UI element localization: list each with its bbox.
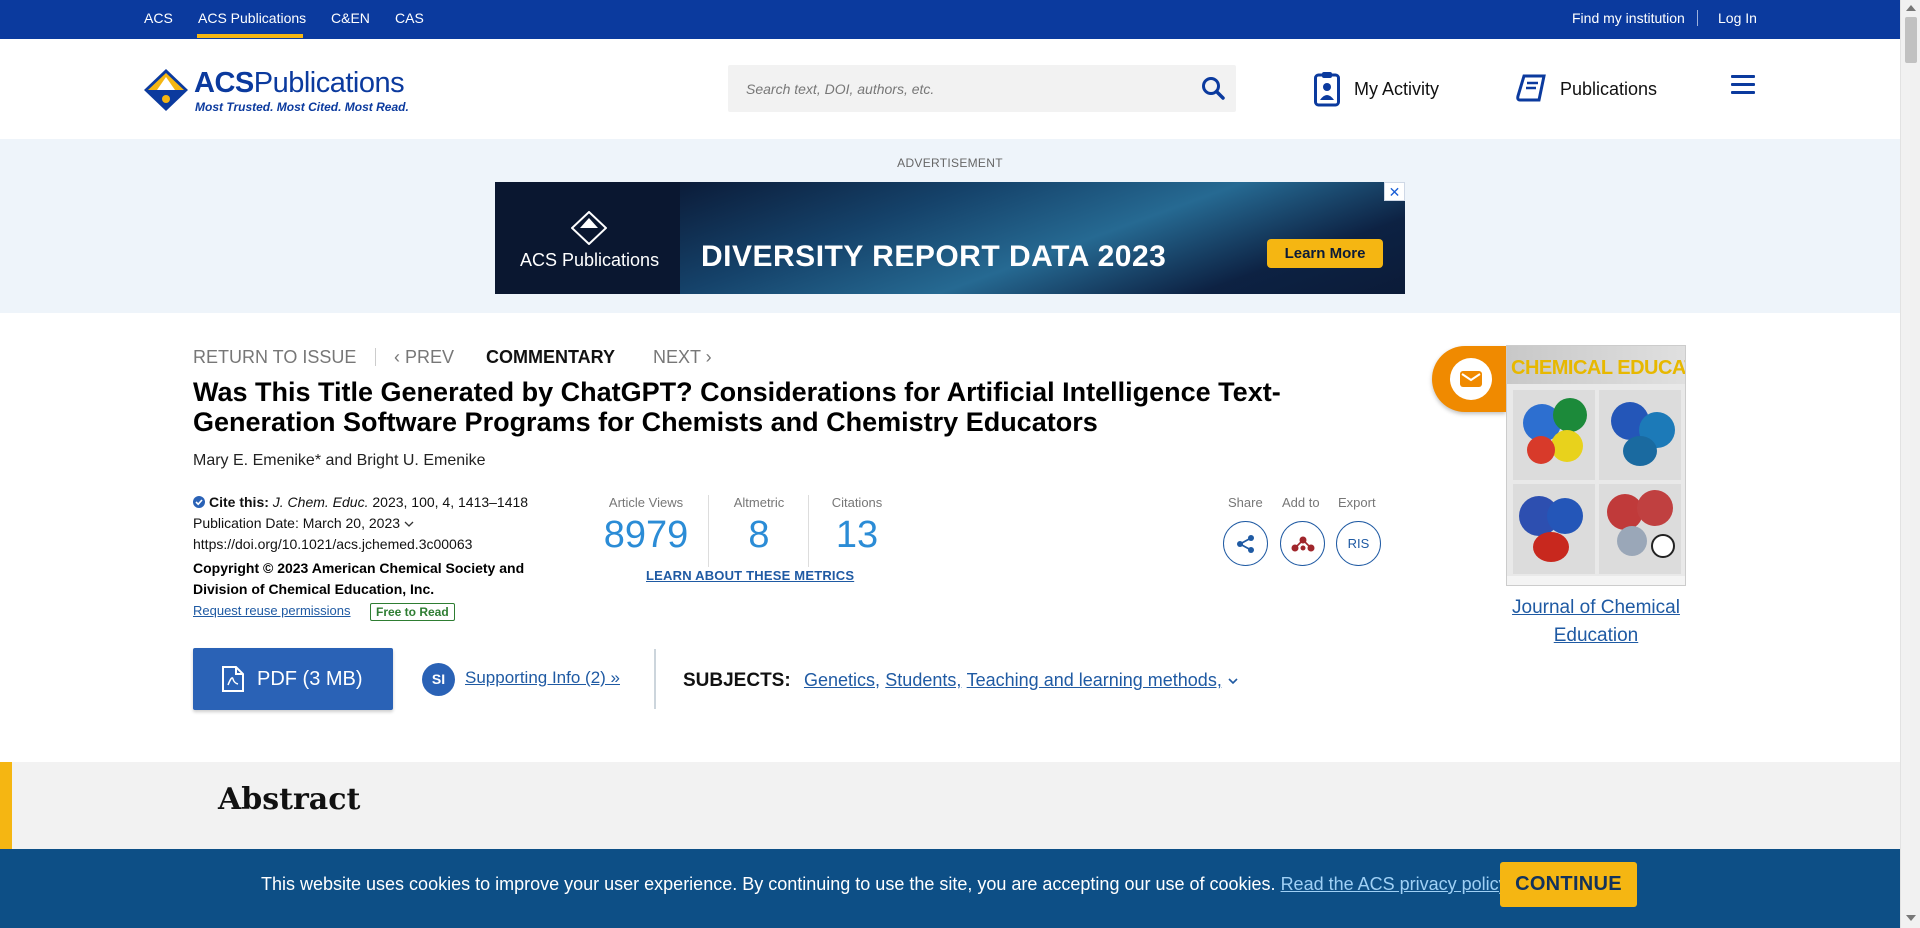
reuse-permissions-link[interactable]: Request reuse permissions [193,603,351,618]
subject-students[interactable]: Students, [885,670,961,690]
cite-details: 2023, 100, 4, 1413–1418 [372,494,529,510]
cover-footer [1507,576,1685,585]
scrollbar-thumb[interactable] [1905,17,1917,63]
topbar-divider [1697,10,1698,26]
subject-genetics[interactable]: Genetics, [804,670,880,690]
pdf-file-icon [222,666,244,692]
chevron-down-icon [404,521,414,527]
check-badge-icon [193,496,205,508]
return-to-issue-link[interactable]: RETURN TO ISSUE [193,347,356,368]
article-views-value: 8979 [603,514,689,556]
free-to-read-badge: Free to Read [370,603,455,621]
cover-title: CHEMICAL EDUCATION [1511,357,1685,379]
next-article-link[interactable]: NEXT › [653,347,712,368]
mendeley-icon [1291,536,1314,551]
publication-date-toggle[interactable]: Publication Date: March 20, 2023 [193,515,414,531]
publications-label: Publications [1560,78,1658,99]
subjects-list: SUBJECTS: Genetics, Students, Teaching a… [683,670,1239,692]
search-box [728,65,1236,112]
ad-background-art [675,182,1405,294]
cookie-message: This website uses cookies to improve you… [261,874,1511,894]
logo-tagline: Most Trusted. Most Cited. Most Read. [195,100,409,114]
ad-brand-text: ACS Publications [520,250,660,270]
subjects-label: SUBJECTS: [683,670,791,691]
acs-publications-logo[interactable]: ACSPublications Most Trusted. Most Cited… [142,65,409,115]
metric-altmetric[interactable]: Altmetric 8 [724,495,794,557]
book-icon [1516,74,1546,102]
metric-article-views: Article Views 8979 [598,495,694,557]
logo-title: ACSPublications [194,67,405,99]
cookie-consent-banner: This website uses cookies to improve you… [0,849,1900,928]
ad-learn-more-button[interactable]: Learn More [1267,239,1383,268]
acs-diamond-icon [144,69,188,111]
journal-cover-image[interactable]: CHEMICAL EDUCATION [1506,345,1686,586]
scroll-down-arrow-icon[interactable] [1906,915,1916,921]
hamburger-menu-icon[interactable] [1731,75,1755,95]
top-nav-bar: ACS ACS Publications C&EN CAS Find my in… [0,0,1900,39]
altmetric-value: 8 [748,514,770,556]
page-scrollbar[interactable] [1900,0,1920,928]
topnav-cen-link[interactable]: C&EN [331,10,370,26]
publications-menu-button[interactable]: Publications [1516,69,1657,109]
pdf-label: PDF (3 MB) [257,667,363,690]
topnav-cas-link[interactable]: CAS [395,10,424,26]
cite-journal: J. Chem. Educ. [272,494,369,510]
envelope-icon [1450,358,1492,400]
metric-divider [708,495,709,567]
ad-acs-logo-icon [571,211,607,245]
find-institution-link[interactable]: Find my institution [1572,10,1685,26]
email-alert-tab[interactable] [1432,346,1506,412]
ad-headline: DIVERSITY REPORT DATA 2023 [701,240,1167,273]
subjects-expand-chevron-icon[interactable] [1227,676,1239,686]
journal-name-link[interactable]: Journal of Chemical Education [1500,594,1692,650]
export-ris-button[interactable]: RIS [1336,521,1381,566]
article-doi[interactable]: https://doi.org/10.1021/acs.jchemed.3c00… [193,536,472,552]
pdf-download-button[interactable]: PDF (3 MB) [193,648,393,710]
advertisement-band: ADVERTISEMENT ACS Publications DIVERSITY… [0,139,1900,313]
metric-divider [808,495,809,567]
topnav-acs-publications-link[interactable]: ACS Publications [198,10,306,26]
my-activity-button[interactable]: My Activity [1314,69,1439,109]
prev-article-link[interactable]: ‹ PREV [394,347,454,368]
search-icon[interactable] [1200,75,1226,101]
scroll-up-arrow-icon[interactable] [1906,5,1916,11]
ad-close-icon[interactable]: ✕ [1384,182,1405,201]
article-title: Was This Title Generated by ChatGPT? Con… [193,377,1281,437]
citations-value: 13 [835,514,879,556]
add-to-button[interactable] [1280,521,1325,566]
advertisement-label: ADVERTISEMENT [897,156,1003,170]
export-label: Export [1338,495,1376,510]
article-type-label: COMMENTARY [486,347,615,367]
share-button[interactable] [1223,521,1268,566]
article-authors[interactable]: Mary E. Emenike* and Bright U. Emenike [193,452,486,470]
nav-divider [375,348,376,366]
supporting-info-link[interactable]: Supporting Info (2) » [465,668,620,688]
abstract-heading: Abstract [218,782,361,817]
cookie-continue-button[interactable]: CONTINUE [1500,862,1637,907]
my-activity-label: My Activity [1354,78,1440,99]
clipboard-user-icon [1314,72,1340,107]
cover-artwork [1513,390,1681,574]
add-to-label: Add to [1282,495,1320,510]
active-tab-indicator [197,34,303,38]
topnav-acs-link[interactable]: ACS [144,10,173,26]
share-icon [1236,534,1254,553]
cite-this[interactable]: Cite this: J. Chem. Educ. 2023, 100, 4, … [193,494,528,510]
site-header: ACSPublications Most Trusted. Most Cited… [0,39,1900,139]
copyright-notice: Copyright © 2023 American Chemical Socie… [193,560,525,597]
ad-banner[interactable]: ACS Publications DIVERSITY REPORT DATA 2… [495,182,1405,294]
login-link[interactable]: Log In [1718,10,1757,26]
share-label: Share [1228,495,1263,510]
metric-citations[interactable]: Citations 13 [824,495,890,557]
learn-about-metrics-link[interactable]: LEARN ABOUT THESE METRICS [646,568,854,583]
supporting-info-icon[interactable]: SI [422,663,455,696]
subject-teaching-methods[interactable]: Teaching and learning methods, [967,670,1222,690]
privacy-policy-link[interactable]: Read the ACS privacy policy [1281,874,1507,894]
search-input[interactable] [746,65,1186,112]
download-subjects-divider [654,649,656,709]
